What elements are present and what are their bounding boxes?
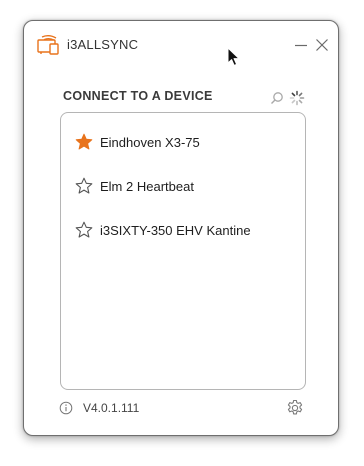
app-title: i3ALLSYNC <box>67 37 139 52</box>
version-label: V4.0.1.111 <box>83 401 140 415</box>
star-outline-icon[interactable] <box>75 221 93 239</box>
info-icon[interactable] <box>59 401 73 415</box>
star-filled-icon[interactable] <box>75 133 93 151</box>
gear-icon[interactable] <box>286 399 304 417</box>
app-logo-icon <box>37 35 59 55</box>
device-item-i3sixty-350-ehv-kantine[interactable]: i3SIXTY-350 EHV Kantine <box>61 215 305 245</box>
device-name: Eindhoven X3-75 <box>100 135 200 150</box>
app-window: i3ALLSYNC CONNECT TO A DEVICE Eindhoven <box>23 20 339 436</box>
device-item-eindhoven-x3-75[interactable]: Eindhoven X3-75 <box>61 127 305 157</box>
device-name: i3SIXTY-350 EHV Kantine <box>100 223 251 238</box>
minimize-icon[interactable] <box>293 37 309 53</box>
device-list: Eindhoven X3-75 Elm 2 Heartbeat i3SIXTY-… <box>60 112 306 390</box>
device-item-elm-2-heartbeat[interactable]: Elm 2 Heartbeat <box>61 171 305 201</box>
connect-section-title: CONNECT TO A DEVICE <box>63 89 213 103</box>
star-outline-icon[interactable] <box>75 177 93 195</box>
loading-spinner-icon <box>289 90 305 106</box>
search-icon[interactable] <box>270 91 284 105</box>
close-icon[interactable] <box>314 37 330 53</box>
device-name: Elm 2 Heartbeat <box>100 179 194 194</box>
